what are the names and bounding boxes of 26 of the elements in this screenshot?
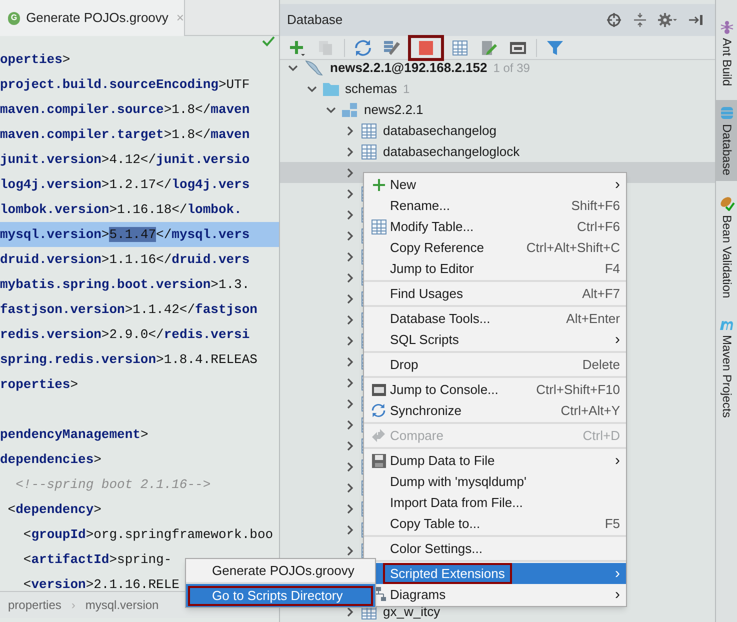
code-line: operties>: [0, 50, 70, 69]
code-line: <groupId>org.springframework.boo: [22, 526, 274, 544]
item-count: 1: [403, 80, 410, 98]
code-line: junit.version>4.12</junit.versio: [0, 150, 250, 169]
code-line: fastjson.version>1.1.42</fastjson: [0, 300, 258, 319]
code-line: <version>2.1.16.RELE: [22, 576, 180, 591]
code-line: maven.compiler.target>1.8</maven: [0, 126, 250, 144]
code-line: project.build.sourceEncoding>UTF: [0, 76, 250, 94]
breadcrumb-separator: ›: [71, 597, 76, 614]
code-line: dependencies>: [0, 450, 102, 469]
panel-title: Database: [287, 11, 343, 30]
code-line: redis.version>2.9.0</redis.versi: [0, 326, 250, 344]
code-line: mybatis.spring.boot.version>1.3.: [0, 276, 250, 294]
code-line: spring.redis.version>1.8.4.RELEAS: [0, 350, 258, 369]
code-line: lombok.version>1.16.18</lombok.: [0, 200, 242, 219]
code-line: log4j.version>1.2.17</log4j.vers: [0, 176, 250, 194]
code-line: pendencyManagement>: [0, 426, 148, 444]
groovy-file-icon: G: [8, 12, 20, 24]
code-line: <!--spring boot 2.1.16-->: [14, 476, 211, 494]
item-count: 1 of 39: [493, 60, 530, 76]
code-line: maven.compiler.source>1.8</maven: [0, 100, 250, 119]
code-line: mysql.version>5.1.47</mysql.vers: [0, 226, 250, 244]
code-line: <artifactId>spring-: [22, 550, 172, 569]
code-line: <dependency>: [6, 500, 102, 519]
code-line: druid.version>1.1.16</druid.vers: [0, 250, 250, 269]
code-line: roperties>: [0, 376, 78, 394]
